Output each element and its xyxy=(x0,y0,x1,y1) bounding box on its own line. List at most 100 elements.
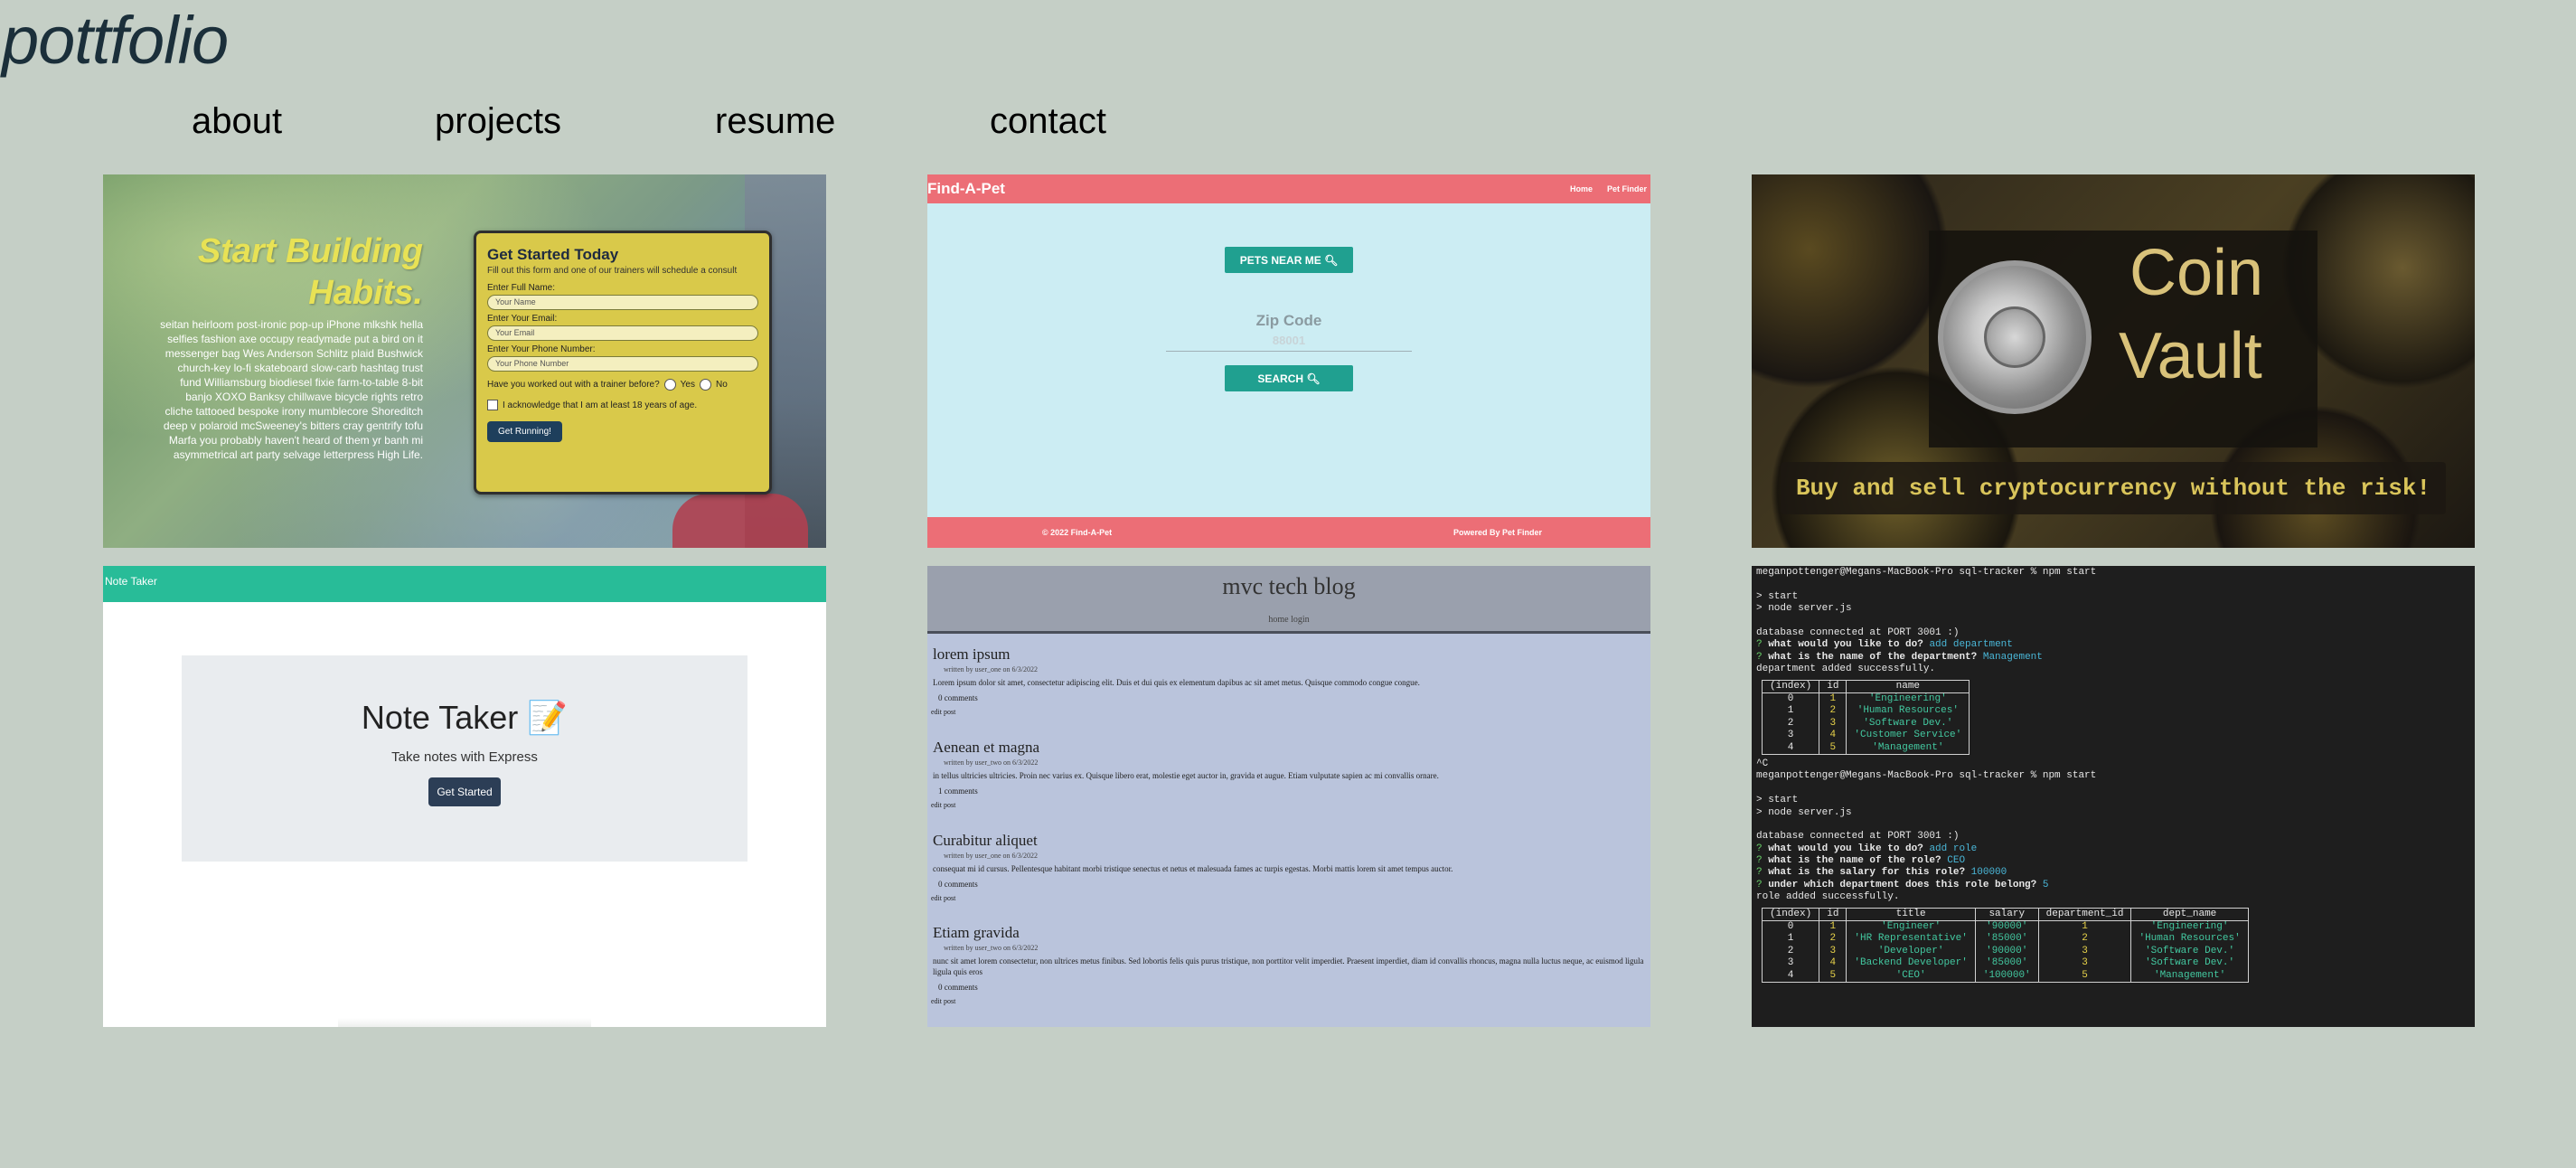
terminal-line: database connected at PORT 3001 :) xyxy=(1756,831,1960,843)
search-icon: 🔍︎ xyxy=(1324,253,1339,267)
post-comments[interactable]: 0 comments xyxy=(938,693,1647,702)
zip-input[interactable]: 88001 xyxy=(1166,334,1412,352)
pet-header: Find-A-Pet Home Pet Finder xyxy=(927,174,1650,203)
project-card-coin-vault[interactable]: Coin Vault Buy and sell cryptocurrency w… xyxy=(1752,174,2475,548)
role-table: (index) id title salary department_id dept_na… xyxy=(1761,907,2249,984)
post-title[interactable]: Aenean et magna xyxy=(933,739,1647,757)
terminal-line: ^C xyxy=(1756,758,1769,769)
post-body: Lorem ipsum dolor sit amet, consectetur … xyxy=(933,678,1420,687)
shoe-image xyxy=(672,494,808,548)
phone-input[interactable]: Your Phone Number xyxy=(487,356,758,372)
age-ack: I acknowledge that I am at least 18 year… xyxy=(487,400,758,410)
terminal-line: > node server.js xyxy=(1756,603,1852,615)
edit-post-link[interactable]: edit post xyxy=(931,997,1647,1005)
blog-post: Aenean et magna written by user_two on 6… xyxy=(931,739,1647,809)
terminal-prompt: ? what is the salary for this role? 1000… xyxy=(1756,867,2007,879)
blog-header: mvc tech blog home login xyxy=(927,566,1650,634)
pet-brand[interactable]: Find-A-Pet xyxy=(927,180,1005,198)
nav-resume[interactable]: resume xyxy=(715,101,835,142)
terminal-line: department added successfully. xyxy=(1756,664,1936,675)
post-comments[interactable]: 1 comments xyxy=(938,787,1647,796)
blog-post: lorem ipsum written by user_one on 6/3/2… xyxy=(931,645,1647,716)
post-comments[interactable]: 0 comments xyxy=(938,880,1647,889)
zip-label: Zip Code xyxy=(1255,312,1322,329)
no-radio[interactable] xyxy=(700,379,711,391)
terminal-prompt: ? what is the name of the role? CEO xyxy=(1756,855,1966,867)
post-byline: written by user_two on 6/3/2022 xyxy=(944,758,1039,767)
post-body: in tellus ultricies ultricies. Proin nec… xyxy=(933,771,1439,780)
post-title[interactable]: lorem ipsum xyxy=(933,645,1647,664)
terminal-line: > start xyxy=(1756,795,1799,806)
coin-title-1: Coin xyxy=(2129,237,2264,309)
note-subtitle: Take notes with Express xyxy=(391,749,538,765)
yes-label: Yes xyxy=(680,380,695,390)
get-running-button[interactable]: Get Running! xyxy=(487,421,562,442)
note-header[interactable]: Note Taker xyxy=(103,566,826,602)
pet-footer: © 2022 Find-A-Pet Powered By Pet Finder xyxy=(927,517,1650,548)
pets-near-me-button[interactable]: PETS NEAR ME 🔍︎ xyxy=(1225,247,1353,273)
project-card-find-a-pet[interactable]: Find-A-Pet Home Pet Finder PETS NEAR ME … xyxy=(927,174,1650,548)
no-label: No xyxy=(716,380,728,390)
project-card-sql-tracker[interactable]: meganpottenger@Megans-MacBook-Pro sql-tr… xyxy=(1752,566,2475,1027)
department-table: (index) id name 01234 12345 'Engineering' '… xyxy=(1761,679,1970,755)
blog-nav[interactable]: home login xyxy=(927,615,1650,625)
site-title: pottfolio xyxy=(2,3,229,78)
email-label: Enter Your Email: xyxy=(487,314,558,324)
trainer-question-label: Have you worked out with a trainer befor… xyxy=(487,380,660,390)
vault-dial-icon xyxy=(1984,306,2045,368)
project-card-tech-blog[interactable]: mvc tech blog home login lorem ipsum wri… xyxy=(927,566,1650,1027)
post-byline: written by user_one on 6/3/2022 xyxy=(944,665,1038,673)
terminal-line: role added successfully. xyxy=(1756,891,1900,903)
phone-label: Enter Your Phone Number: xyxy=(487,344,596,354)
main-nav: about projects resume contact xyxy=(0,101,1175,155)
name-input[interactable]: Your Name xyxy=(487,295,758,310)
terminal-line: > node server.js xyxy=(1756,806,1852,818)
name-label: Enter Full Name: xyxy=(487,283,556,293)
post-byline: written by user_two on 6/3/2022 xyxy=(944,944,1039,952)
terminal-prompt: ? under which department does this role … xyxy=(1756,879,2049,890)
terminal-prompt: ? what is the name of the department? Ma… xyxy=(1756,651,2043,663)
blog-title: mvc tech blog xyxy=(1222,573,1356,599)
post-comments[interactable]: 0 comments xyxy=(938,983,1647,992)
signup-form: Get Started Today Fill out this form and… xyxy=(474,231,772,495)
edit-post-link[interactable]: edit post xyxy=(931,708,1647,716)
coin-banner: Buy and sell cryptocurrency without the … xyxy=(1781,462,2446,514)
hero-headline: Start Building Habits. xyxy=(197,232,423,312)
blog-post: Curabitur aliquet written by user_one on… xyxy=(931,832,1647,902)
nav-contact[interactable]: contact xyxy=(990,101,1106,142)
nav-about[interactable]: about xyxy=(192,101,282,142)
project-card-note-taker[interactable]: Note Taker Note Taker 📝 Take notes with … xyxy=(103,566,826,1027)
hero-text: seitan heirloom post-ironic pop-up iPhon… xyxy=(160,318,423,461)
terminal-line: > start xyxy=(1756,590,1799,602)
pet-nav: Home Pet Finder xyxy=(1570,184,1647,193)
pet-nav-finder[interactable]: Pet Finder xyxy=(1607,184,1647,193)
terminal-prompt: ? what would you like to do? add departm… xyxy=(1756,639,2013,651)
yes-radio[interactable] xyxy=(663,379,676,391)
note-heading: Note Taker 📝 xyxy=(361,699,569,736)
get-started-button[interactable]: Get Started xyxy=(428,777,501,806)
edit-post-link[interactable]: edit post xyxy=(931,801,1647,809)
post-title[interactable]: Etiam gravida xyxy=(933,924,1647,942)
email-input[interactable]: Your Email xyxy=(487,325,758,341)
form-title: Get Started Today xyxy=(487,246,619,263)
terminal-line: meganpottenger@Megans-MacBook-Pro sql-tr… xyxy=(1756,567,2097,578)
age-checkbox[interactable] xyxy=(487,400,498,410)
bottom-fade xyxy=(338,1018,591,1027)
form-subtitle: Fill out this form and one of our traine… xyxy=(487,266,738,276)
edit-post-link[interactable]: edit post xyxy=(931,894,1647,902)
project-card-fitness[interactable]: Start Building Habits. seitan heirloom po… xyxy=(103,174,826,548)
note-jumbotron: Note Taker 📝 Take notes with Express Get… xyxy=(182,655,747,862)
pet-nav-home[interactable]: Home xyxy=(1570,184,1593,193)
nav-projects[interactable]: projects xyxy=(435,101,561,142)
post-title[interactable]: Curabitur aliquet xyxy=(933,832,1647,850)
search-button[interactable]: SEARCH 🔍︎ xyxy=(1225,365,1353,391)
vault-icon xyxy=(1938,260,2092,414)
terminal-line: meganpottenger@Megans-MacBook-Pro sql-tr… xyxy=(1756,770,2097,782)
terminal-prompt: ? what would you like to do? add role xyxy=(1756,843,1978,854)
post-body: consequat mi id cursus. Pellentesque hab… xyxy=(933,864,1453,873)
age-ack-label: I acknowledge that I am at least 18 year… xyxy=(503,400,698,410)
post-byline: written by user_one on 6/3/2022 xyxy=(944,852,1038,860)
search-icon: 🔍︎ xyxy=(1306,372,1321,385)
coin-title-2: Vault xyxy=(2119,320,2262,392)
pet-powered-by: Powered By Pet Finder xyxy=(1453,528,1543,537)
